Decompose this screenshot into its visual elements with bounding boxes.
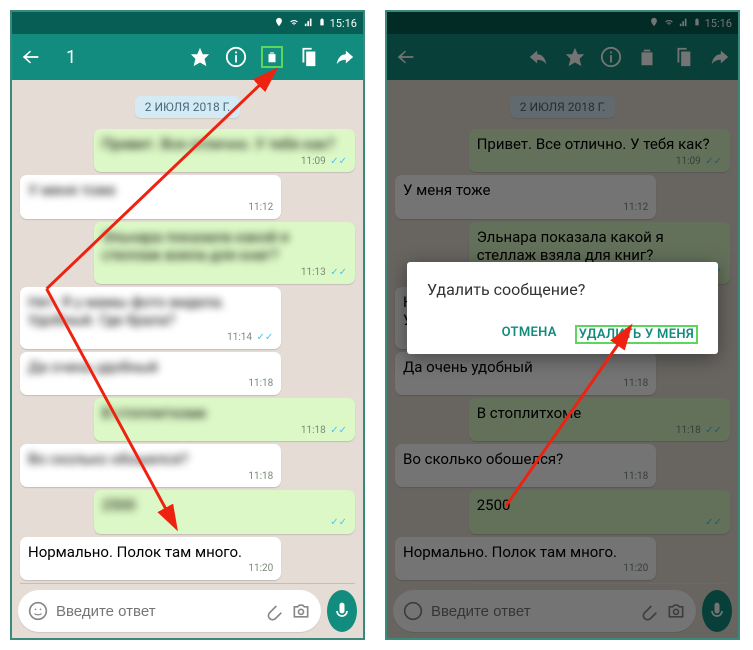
message-text: Эльнара показала какой я стеллаж взяла д… xyxy=(102,228,289,265)
message-bubble[interactable]: Да очень удобный 11:18 xyxy=(20,352,281,395)
phone-left: 15:16 1 2 ИЮЛЯ 2018 Г. Привет. Все отлич… xyxy=(10,10,365,640)
message-time: 11:09 ✓✓ xyxy=(102,156,347,169)
star-icon[interactable] xyxy=(189,46,211,68)
message-text: В стоплитхоме xyxy=(102,404,207,422)
message-text: Нормально. Полок там много. xyxy=(28,543,242,561)
message-bubble[interactable]: Нет. Я у мамы фото видела. Удобный. Где … xyxy=(20,287,281,349)
message-input[interactable] xyxy=(56,603,255,620)
date-chip: 2 ИЮЛЯ 2018 Г. xyxy=(135,96,240,118)
delete-icon[interactable] xyxy=(261,46,283,68)
message-text: Во сколько обошелся? xyxy=(28,450,188,468)
message-text: Нет. Я у мамы фото видела. Удобный. Где … xyxy=(28,293,225,330)
message-bubble[interactable]: Нормально. Полок там много. 11:20 xyxy=(20,537,281,580)
delete-for-me-button[interactable]: УДАЛИТЬ У МЕНЯ xyxy=(575,325,698,344)
cancel-button[interactable]: ОТМЕНА xyxy=(502,325,557,344)
input-bar xyxy=(12,584,363,638)
camera-icon[interactable] xyxy=(291,601,311,621)
copy-icon[interactable] xyxy=(297,46,319,68)
info-icon[interactable] xyxy=(225,46,247,68)
message-bubble[interactable]: Эльнара показала какой я стеллаж взяла д… xyxy=(94,222,355,284)
forward-icon[interactable] xyxy=(333,46,355,68)
message-bubble[interactable]: В стоплитхоме 11:18 ✓✓ xyxy=(94,398,355,441)
message-time: 11:20 xyxy=(28,563,273,576)
location-icon xyxy=(274,17,284,30)
back-icon[interactable] xyxy=(20,46,42,68)
phone-right: 15:16 2 ИЮЛЯ 2018 Г. Привет. Все отлично… xyxy=(385,10,740,640)
chat-area: 2 ИЮЛЯ 2018 Г. Привет. Все отлично. У те… xyxy=(12,80,363,584)
message-bubble[interactable]: 2500 ✓✓ xyxy=(94,490,355,533)
message-time: 11:18 xyxy=(28,471,273,484)
message-bubble[interactable]: У меня тоже 11:12 xyxy=(20,175,281,218)
selection-toolbar: 1 xyxy=(12,34,363,80)
message-text: Привет. Все отлично. У тебя как? xyxy=(102,135,335,153)
battery-icon xyxy=(318,16,326,31)
status-bar: 15:16 xyxy=(12,12,363,34)
message-text: У меня тоже xyxy=(28,181,115,199)
message-time: 11:18 xyxy=(28,378,273,391)
attach-icon[interactable] xyxy=(263,601,283,621)
signal-icon xyxy=(304,17,314,30)
message-text: 2500 xyxy=(102,496,136,514)
message-bubble[interactable]: Привет. Все отлично. У тебя как? 11:09 ✓✓ xyxy=(94,129,355,172)
message-text: Да очень удобный xyxy=(28,358,158,376)
message-input-box[interactable] xyxy=(18,590,321,632)
message-bubble[interactable]: Во сколько обошелся? 11:18 xyxy=(20,444,281,487)
wifi-icon xyxy=(288,17,300,30)
message-time: 11:14 ✓✓ xyxy=(28,332,273,345)
selection-count: 1 xyxy=(56,47,175,68)
mic-button[interactable] xyxy=(327,590,357,632)
emoji-icon[interactable] xyxy=(28,601,48,621)
message-time: 11:18 ✓✓ xyxy=(102,425,347,438)
delete-dialog: Удалить сообщение? ОТМЕНА УДАЛИТЬ У МЕНЯ xyxy=(407,262,718,354)
message-time: 11:12 xyxy=(28,202,273,215)
status-time: 15:16 xyxy=(330,17,357,30)
message-time: 11:13 ✓✓ xyxy=(102,267,347,280)
dialog-title: Удалить сообщение? xyxy=(427,280,698,299)
message-time: ✓✓ xyxy=(102,517,347,530)
